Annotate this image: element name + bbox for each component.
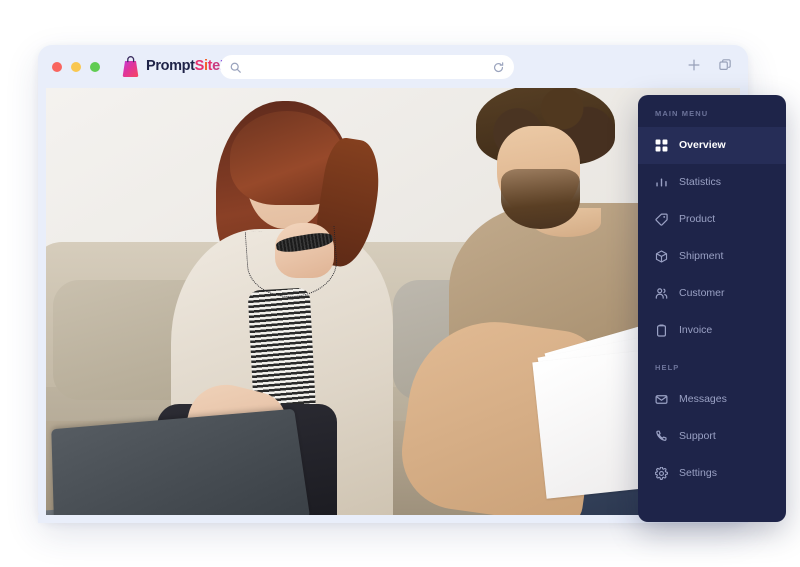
phone-icon — [655, 430, 668, 443]
browser-toolbar-right — [687, 58, 732, 72]
sidebar-item-label: Overview — [679, 139, 726, 152]
sidebar-item-product[interactable]: Product — [638, 201, 786, 238]
sidebar-item-label: Statistics — [679, 176, 722, 189]
sidebar-item-label: Customer — [679, 287, 725, 300]
brand-logo[interactable]: PromptSiteZ — [116, 54, 229, 80]
address-bar[interactable] — [220, 55, 514, 79]
dashboard-sidebar: MAIN MENU Overview Statistics Product Sh… — [638, 95, 786, 522]
shopping-bag-icon — [116, 54, 142, 80]
plus-icon[interactable] — [687, 58, 701, 72]
sidebar-section-help-label: HELP — [655, 363, 680, 372]
tag-icon — [655, 213, 668, 226]
brand-name: PromptSiteZ — [146, 58, 229, 75]
sidebar-item-label: Invoice — [679, 324, 713, 337]
box-icon — [655, 250, 668, 263]
sidebar-item-overview[interactable]: Overview — [638, 127, 786, 164]
sidebar-item-label: Settings — [679, 467, 717, 480]
browser-titlebar: PromptSiteZ — [38, 45, 748, 88]
sidebar-item-messages[interactable]: Messages — [638, 381, 786, 418]
sidebar-section-main-menu-label: MAIN MENU — [655, 109, 709, 118]
photo-man-beard — [500, 169, 581, 229]
page-content — [46, 88, 740, 515]
reload-icon[interactable] — [493, 61, 504, 73]
sidebar-item-customer[interactable]: Customer — [638, 275, 786, 312]
hero-photo — [46, 88, 740, 515]
envelope-icon — [655, 393, 668, 406]
sidebar-item-label: Shipment — [679, 250, 724, 263]
maximize-window-button[interactable] — [90, 61, 100, 72]
clipboard-icon — [655, 324, 668, 337]
copy-tabs-icon[interactable] — [718, 58, 732, 72]
sidebar-item-shipment[interactable]: Shipment — [638, 238, 786, 275]
search-input[interactable] — [248, 61, 487, 73]
minimize-window-button[interactable] — [71, 61, 81, 72]
sidebar-item-label: Messages — [679, 393, 727, 406]
sidebar-item-label: Support — [679, 430, 716, 443]
sidebar-item-label: Product — [679, 213, 716, 226]
sidebar-item-settings[interactable]: Settings — [638, 455, 786, 492]
sidebar-item-invoice[interactable]: Invoice — [638, 312, 786, 349]
grid-icon — [655, 139, 668, 152]
sidebar-item-statistics[interactable]: Statistics — [638, 164, 786, 201]
search-icon — [230, 62, 241, 73]
users-icon — [655, 287, 668, 300]
bar-chart-icon — [655, 176, 668, 189]
close-window-button[interactable] — [52, 61, 62, 72]
gear-icon — [655, 467, 668, 480]
window-controls — [52, 61, 100, 72]
sidebar-item-support[interactable]: Support — [638, 418, 786, 455]
